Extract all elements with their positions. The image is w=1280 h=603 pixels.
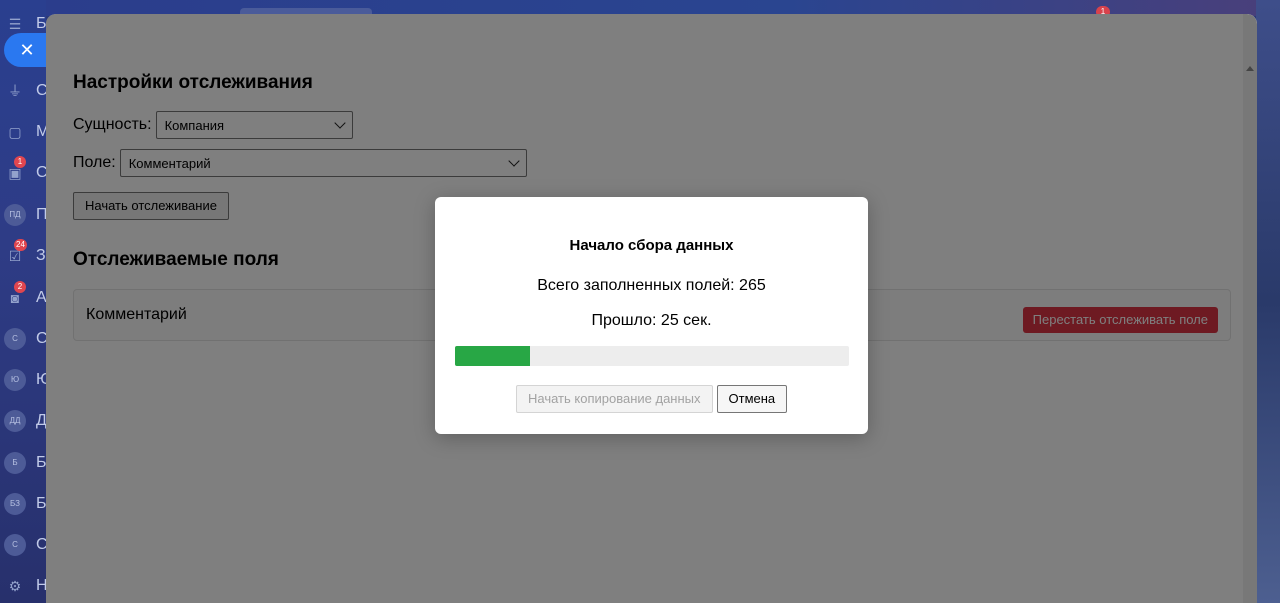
sidebar-badge: 24 (14, 239, 27, 251)
sidebar-item-label: Б (36, 454, 46, 471)
sidebar-item-label: М (36, 123, 46, 140)
avatar: ПД (4, 204, 26, 226)
sidebar-item-label: А (36, 289, 46, 306)
close-icon: ✕ (19, 40, 35, 60)
sidebar-item-label: С (36, 536, 46, 553)
sidebar-item[interactable]: ББ (0, 448, 46, 478)
sidebar-item-label: С (36, 330, 46, 347)
sidebar-item-label: Н (36, 577, 46, 594)
progress-bar (455, 346, 849, 366)
chat-icon: ▢ (8, 124, 22, 140)
avatar: Ю (4, 369, 26, 391)
cancel-button[interactable]: Отмена (716, 385, 788, 413)
sidebar-item[interactable]: СС (0, 324, 46, 354)
sidebar-item[interactable]: ЮЮ (0, 365, 46, 395)
sidebar-item[interactable]: ◙ А 2 (0, 281, 46, 313)
sidebar-item[interactable]: ПД П (0, 200, 46, 230)
sidebar-item-label: Б (36, 495, 46, 512)
sidebar-item-label: З (36, 247, 46, 264)
sidebar-item[interactable]: БЗ Б (0, 489, 46, 519)
modal-title: Начало сбора данных (569, 237, 734, 254)
sidebar-item[interactable]: ▢ М (0, 117, 46, 147)
sidebar-item[interactable]: СС (0, 530, 46, 560)
sidebar-item[interactable]: ☑ З 24 (0, 239, 46, 271)
avatar: ДД (4, 410, 26, 432)
sidebar-item-label: Б (36, 15, 46, 32)
modal-actions: Начать копирование данных Отмена (516, 385, 788, 413)
sidebar-badge: 1 (14, 156, 26, 168)
avatar: Б (4, 452, 26, 474)
avatar: С (4, 328, 26, 350)
sidebar-badge: 2 (14, 281, 26, 293)
elapsed-time-text: Прошло: 25 сек. (591, 312, 712, 329)
app-right-strip (1256, 0, 1280, 603)
sidebar-item-label: Д (36, 412, 46, 429)
data-collection-modal: Начало сбора данных Всего заполненных по… (435, 197, 868, 434)
funnel-icon: ⏚ (8, 83, 22, 99)
close-slider-button[interactable]: ✕ (4, 33, 46, 67)
sidebar-item-label: С (36, 164, 46, 181)
settings-icon: ⚙ (8, 578, 22, 594)
sidebar-item-label: С (36, 82, 46, 99)
total-fields-text: Всего заполненных полей: 265 (537, 277, 766, 294)
start-copy-button[interactable]: Начать копирование данных (516, 385, 713, 413)
sidebar-item-label: Ю (36, 371, 46, 388)
avatar: БЗ (4, 493, 26, 515)
sidebar-item[interactable]: ДД Д (0, 406, 46, 436)
menu-icon: ☰ (8, 16, 22, 32)
sidebar-item[interactable]: ▣ С 1 (0, 156, 46, 188)
sidebar-item[interactable]: ⚙ Н (0, 571, 46, 601)
sidebar-item[interactable]: ⏚ С (0, 76, 46, 106)
avatar: С (4, 534, 26, 556)
app-sidebar: ☰ Б ⏚ С ▢ М ▣ С 1 ПД П ☑ З 24 ◙ А 2 С С Ю Ю ДД Д Б Б БЗ Б С С ⚙ Н (0, 0, 46, 603)
progress-bar-fill (455, 346, 530, 366)
sidebar-item-label: П (36, 206, 46, 223)
